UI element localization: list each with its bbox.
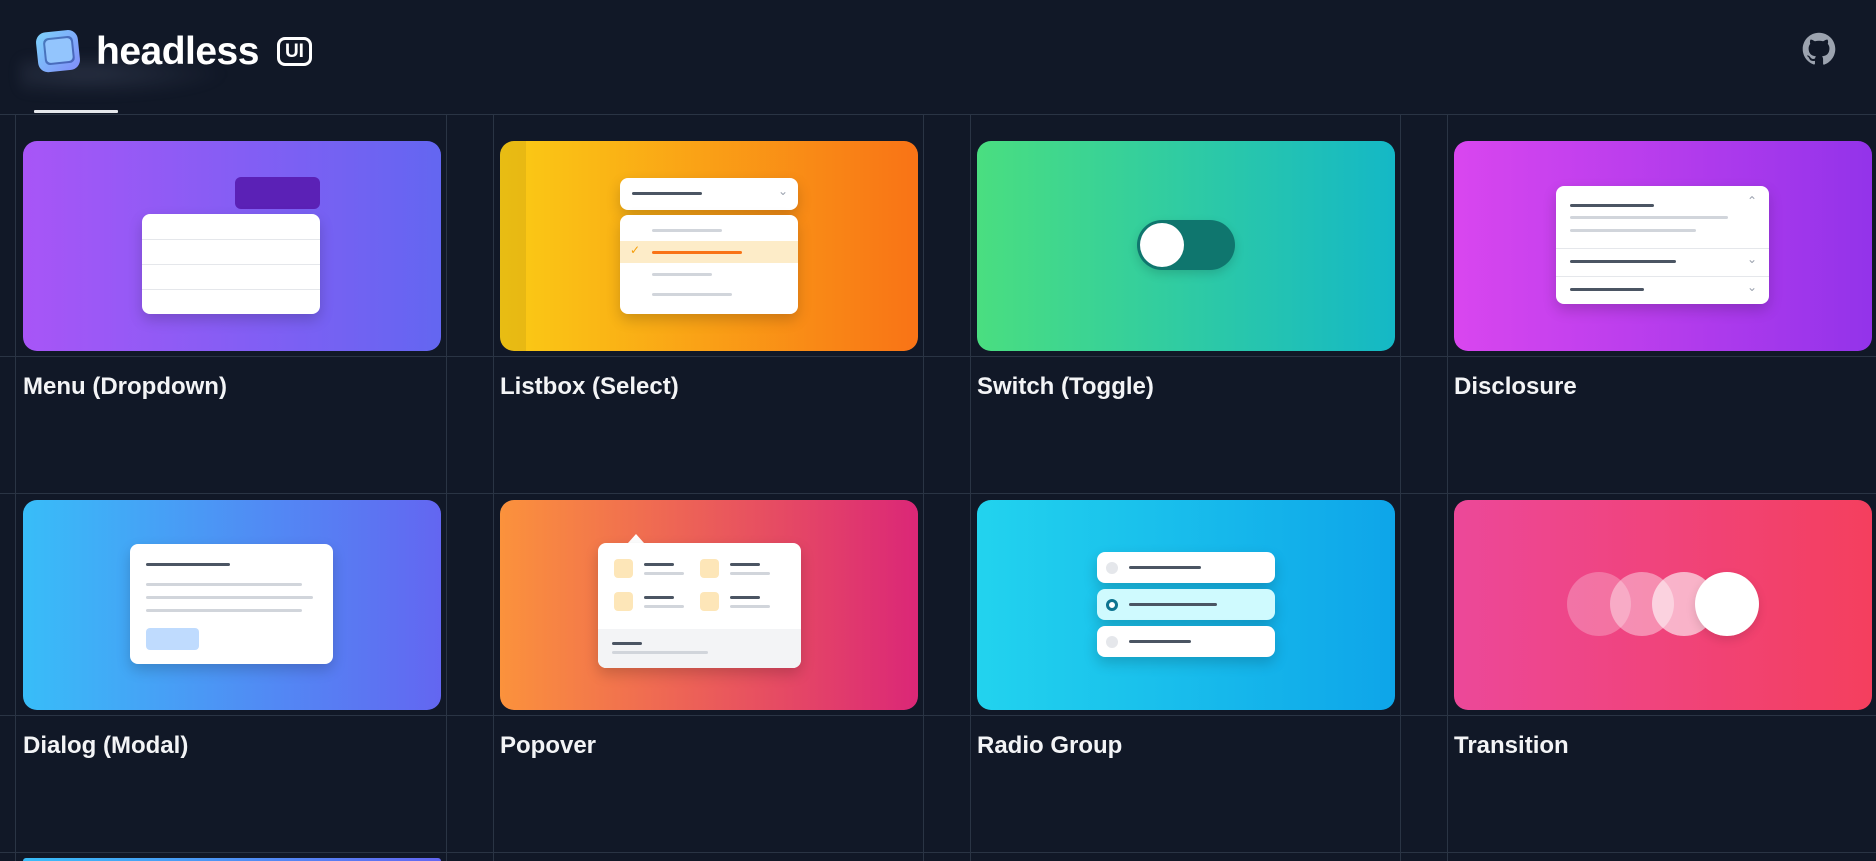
component-card-transition[interactable]: Transition bbox=[1454, 500, 1872, 759]
grid-line bbox=[923, 115, 924, 861]
brand-badge: UI bbox=[276, 36, 312, 66]
active-nav-indicator bbox=[34, 110, 118, 113]
grid-line bbox=[15, 115, 16, 861]
menu-button-shape bbox=[235, 177, 320, 209]
grid-line bbox=[970, 115, 971, 861]
component-title: Dialog (Modal) bbox=[23, 732, 189, 759]
chevron-down-icon: ⌄ bbox=[1746, 252, 1757, 266]
component-title: Menu (Dropdown) bbox=[23, 373, 227, 400]
component-card-disclosure[interactable]: ⌃ ⌄ ⌄ Disclosure bbox=[1454, 141, 1872, 400]
headless-logo-icon bbox=[36, 30, 80, 73]
radio-option-selected bbox=[1097, 589, 1275, 620]
component-title: Switch (Toggle) bbox=[977, 373, 1154, 400]
listbox-button-shape: ⌄ bbox=[620, 178, 798, 210]
check-icon: ✓ bbox=[630, 243, 641, 257]
github-icon[interactable] bbox=[1802, 32, 1836, 66]
grid-line bbox=[0, 852, 1876, 853]
component-title: Disclosure bbox=[1454, 373, 1577, 400]
chevron-down-icon: ⌄ bbox=[1746, 280, 1757, 294]
grid-line bbox=[493, 115, 494, 861]
switch-track bbox=[1137, 220, 1235, 270]
component-title: Transition bbox=[1454, 732, 1569, 759]
dialog-button-shape bbox=[146, 628, 199, 650]
disclosure-illustration: ⌃ ⌄ ⌄ bbox=[1454, 141, 1872, 351]
chevron-up-icon: ⌃ bbox=[1746, 194, 1757, 208]
listbox-options-panel: ✓ bbox=[620, 215, 798, 314]
menu-items-panel bbox=[142, 214, 320, 314]
radio-group-illustration bbox=[977, 500, 1395, 710]
dialog-modal-illustration bbox=[23, 500, 441, 710]
radio-option bbox=[1097, 626, 1275, 657]
brand-home-link[interactable]: headless UI bbox=[34, 26, 312, 76]
chevron-down-icon: ⌄ bbox=[777, 184, 788, 198]
component-card-listbox[interactable]: ⌄ ✓ Listbox (Select) bbox=[500, 141, 918, 400]
component-title: Listbox (Select) bbox=[500, 373, 679, 400]
component-card-switch[interactable]: Switch (Toggle) bbox=[977, 141, 1395, 400]
dialog-panel bbox=[130, 544, 333, 664]
grid-line bbox=[0, 715, 1876, 716]
component-title: Popover bbox=[500, 732, 597, 759]
grid-line bbox=[1400, 115, 1401, 861]
grid-line bbox=[446, 115, 447, 861]
menu-dropdown-illustration bbox=[23, 141, 441, 351]
grid-line bbox=[1447, 115, 1448, 861]
component-card-menu[interactable]: Menu (Dropdown) bbox=[23, 141, 441, 400]
popover-panel bbox=[598, 543, 801, 668]
popover-illustration bbox=[500, 500, 918, 710]
brand-name: headless bbox=[96, 29, 259, 73]
disclosure-panel: ⌃ ⌄ ⌄ bbox=[1556, 186, 1769, 304]
transition-illustration bbox=[1454, 500, 1872, 710]
component-card-radio-group[interactable]: Radio Group bbox=[977, 500, 1395, 759]
radio-option bbox=[1097, 552, 1275, 583]
component-card-dialog[interactable]: Dialog (Modal) bbox=[23, 500, 441, 759]
grid-line bbox=[0, 356, 1876, 357]
component-card-popover[interactable]: Popover bbox=[500, 500, 918, 759]
grid-line bbox=[0, 493, 1876, 494]
site-header: headless UI bbox=[0, 0, 1876, 115]
switch-toggle-illustration bbox=[977, 141, 1395, 351]
listbox-select-illustration: ⌄ ✓ bbox=[500, 141, 918, 351]
component-title: Radio Group bbox=[977, 732, 1123, 759]
switch-knob bbox=[1140, 223, 1184, 267]
